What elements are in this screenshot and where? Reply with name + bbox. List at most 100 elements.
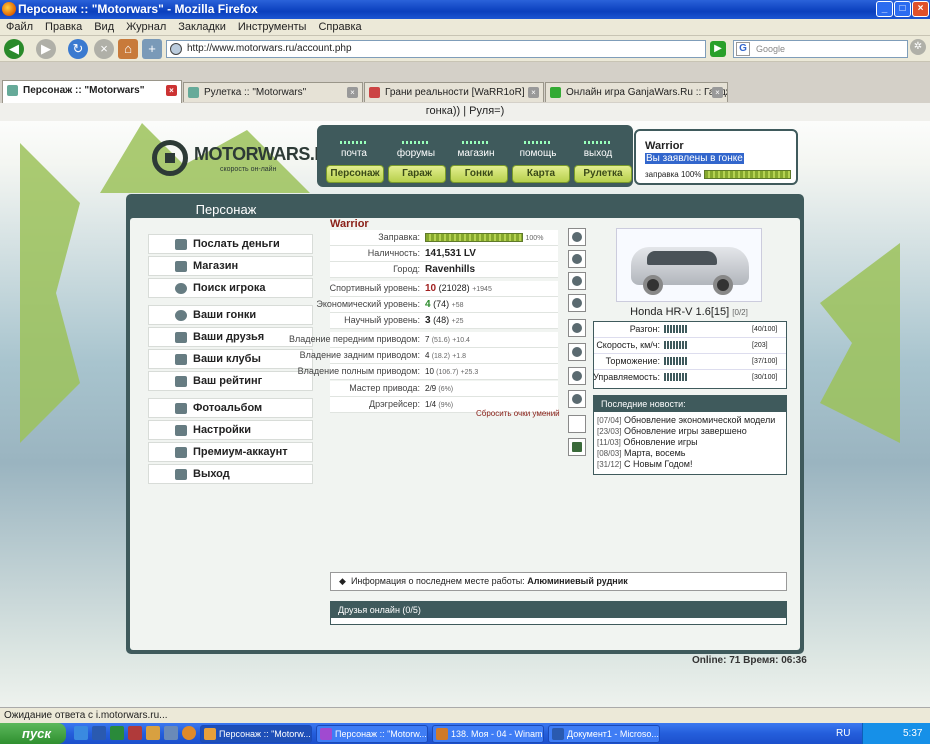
menu-send-money[interactable]: Послать деньги [148,234,313,254]
grass-decoration [20,143,80,443]
firefox-quicklaunch-icon[interactable] [182,726,196,740]
news-item[interactable]: [11/03] Обновление игры [594,437,786,448]
tab-roulette[interactable]: Рулетка :: "Motorwars" × [183,82,363,102]
btn-roulette[interactable]: Рулетка [574,165,632,183]
menu-your-rating[interactable]: Ваш рейтинг [148,371,313,391]
tab-grani[interactable]: Грани реальности [WaRR1oR] × [364,82,544,102]
part-slot-spoiler[interactable] [568,294,586,312]
car-wheel [643,275,663,295]
tab-close-icon[interactable]: × [712,87,723,98]
wiper-icon [572,232,582,242]
tab-close-icon[interactable]: × [347,87,358,98]
btn-map[interactable]: Карта [512,165,570,183]
nav-mail[interactable]: почта [325,141,383,159]
username[interactable]: Warrior [645,140,684,152]
nav-logout[interactable]: выход [569,141,627,159]
part-slot-engine[interactable] [568,319,586,337]
clock[interactable]: 5:37 [903,728,922,739]
param-value: [203] [752,342,768,349]
tab-ganjawars[interactable]: Онлайн игра GanjaWars.Ru :: Гандж... × [545,82,728,102]
outlook-icon[interactable] [146,726,160,740]
part-slot-turbo[interactable] [568,343,586,361]
url-input[interactable]: http://www.motorwars.ru/account.php [166,40,706,58]
part-slot-wiper[interactable] [568,228,586,246]
reset-skills-link[interactable]: Сбросить очки умений [476,409,560,418]
word-icon[interactable] [92,726,106,740]
menu-photo-album[interactable]: Фотоальбом [148,398,313,418]
part-slot-empty[interactable] [568,415,586,433]
excel-icon[interactable] [110,726,124,740]
menu-help[interactable]: Справка [312,19,367,35]
access-icon[interactable] [128,726,142,740]
news-item[interactable]: [23/03] Обновление игры завершено [594,426,786,437]
clubs-icon [175,354,187,365]
taskbar-item[interactable]: Персонаж :: "Motorw... [316,725,428,743]
fuel-label: заправка 100% [645,170,702,179]
tab-label: Онлайн игра GanjaWars.Ru :: Гандж... [566,87,728,98]
menu-settings[interactable]: Настройки [148,420,313,440]
menu-tools[interactable]: Инструменты [232,19,313,35]
param-value: [40/100] [752,326,778,333]
menu-your-clubs[interactable]: Ваши клубы [148,349,313,369]
marquee-text: гонка)) | Руля=) [0,103,930,121]
btn-character[interactable]: Персонаж [326,165,384,183]
news-item[interactable]: [31/12] С Новым Годом! [594,459,786,470]
nav-help[interactable]: помощь [509,141,567,159]
menu-premium[interactable]: Премиум-аккаунт [148,442,313,462]
menu-edit[interactable]: Правка [39,19,88,35]
tab-label: Рулетка :: "Motorwars" [204,87,307,98]
language-indicator[interactable]: RU [836,723,850,744]
forward-arrow-icon[interactable]: ▶ [36,39,56,59]
param-bar [664,341,688,349]
tab-close-icon[interactable]: × [166,85,177,96]
part-slot-exhaust[interactable] [568,272,586,290]
google-icon: G [736,42,750,56]
news-item[interactable]: [08/03] Марта, восемь [594,448,786,459]
part-slot-wheel[interactable] [568,390,586,408]
level-delta: +25 [451,318,464,325]
tab-character[interactable]: Персонаж :: "Motorwars" × [2,80,182,103]
btn-garage[interactable]: Гараж [388,165,446,183]
new-tab-icon[interactable]: + [142,39,162,59]
car-image[interactable] [616,228,762,302]
level-value: 10 [425,283,437,294]
nav-forums[interactable]: форумы [387,141,445,159]
home-icon[interactable]: ⌂ [118,39,138,59]
menu-view[interactable]: Вид [88,19,120,35]
maximize-button[interactable]: □ [894,1,911,17]
close-button[interactable]: × [912,1,929,17]
reload-icon[interactable]: ↻ [68,39,88,59]
news-text: Обновление игры завершено [623,426,747,436]
taskbar-item[interactable]: 138. Моя - 04 - Winamp [432,725,544,743]
search-input[interactable]: G Google [733,40,908,58]
stop-icon[interactable]: × [94,39,114,59]
tab-close-icon[interactable]: × [528,87,539,98]
menu-history[interactable]: Журнал [120,19,172,35]
menu-shop[interactable]: Магазин [148,256,313,276]
online-time: Online: 71 Время: 06:36 [692,655,807,666]
menu-label: Выход [193,468,230,480]
start-button[interactable]: пуск [0,723,66,744]
minimize-button[interactable]: _ [876,1,893,17]
menu-your-races[interactable]: Ваши гонки [148,305,313,325]
part-slot-brakes[interactable] [568,367,586,385]
back-arrow-icon[interactable]: ◀ [4,39,24,59]
menu-file[interactable]: Файл [0,19,39,35]
ie-icon[interactable] [74,726,88,740]
menu-exit[interactable]: Выход [148,464,313,484]
part-slot-chip[interactable] [568,438,586,456]
btn-races[interactable]: Гонки [450,165,508,183]
taskbar-item[interactable]: Персонаж :: "Motorw... [200,725,312,743]
nav-shop[interactable]: магазин [447,141,505,159]
news-item[interactable]: [07/04] Обновление экономической модели [594,415,786,426]
menu-bookmarks[interactable]: Закладки [172,19,232,35]
site-logo[interactable]: MOTORWARS.RU скорость он-лайн [152,136,340,180]
taskbar-item[interactable]: Документ1 - Microso... [548,725,660,743]
part-slot-tire[interactable] [568,250,586,268]
tab-bar: Персонаж :: "Motorwars" × Рулетка :: "Mot… [0,62,930,103]
sliders-icon [175,425,187,436]
car-name[interactable]: Honda HR-V 1.6[15] [0/2] [616,306,762,318]
go-button[interactable]: ▶ [710,41,726,57]
menu-search-player[interactable]: Поиск игрока [148,278,313,298]
desktop-icon[interactable] [164,726,178,740]
